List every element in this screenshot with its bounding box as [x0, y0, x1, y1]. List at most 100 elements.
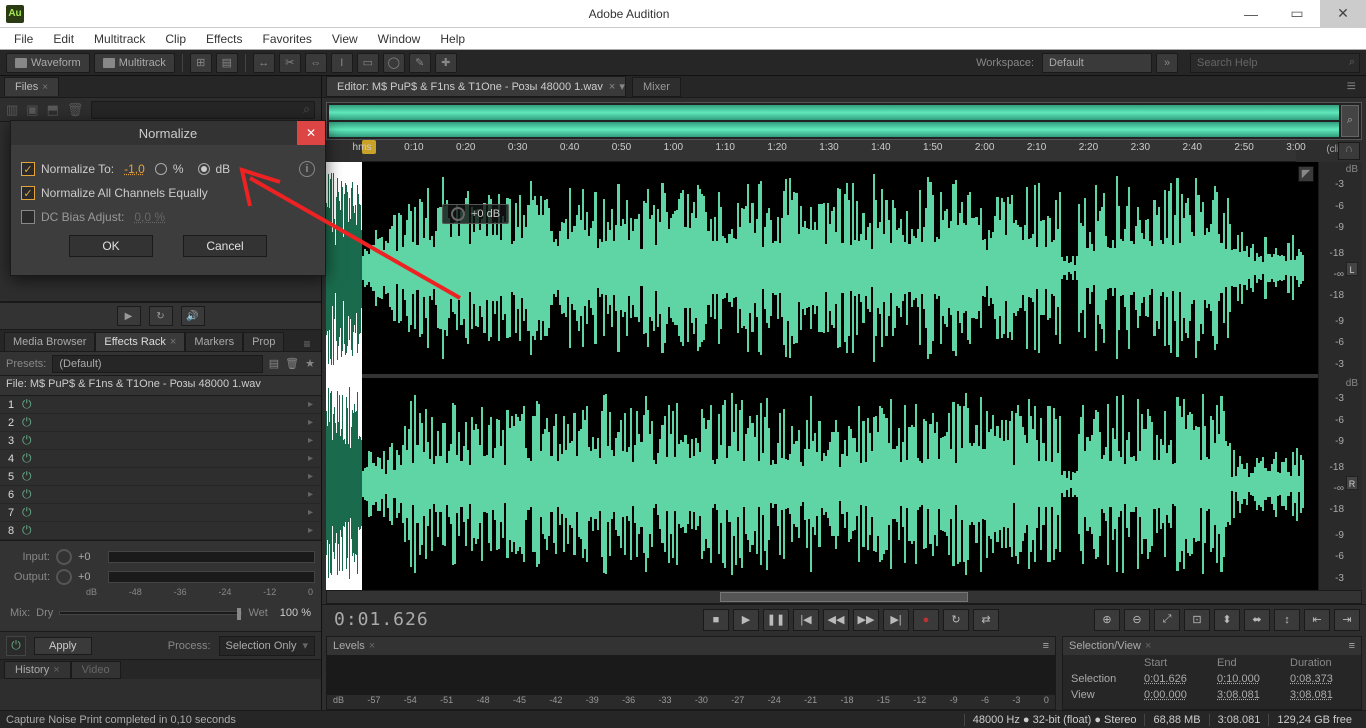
tool-brush[interactable]: ✎: [409, 53, 431, 73]
preset-fav-icon[interactable]: ★: [305, 357, 315, 370]
effect-slot[interactable]: 7⏻▸: [0, 504, 321, 522]
zoom-full-button[interactable]: ⤢: [1154, 609, 1180, 631]
view-end[interactable]: 3:08.081: [1217, 689, 1280, 701]
selview-menu-icon[interactable]: ≡: [1349, 640, 1355, 652]
ok-button[interactable]: OK: [69, 235, 153, 257]
zoom-in-button[interactable]: ⊕: [1094, 609, 1120, 631]
tool-time-select[interactable]: I: [331, 53, 353, 73]
new-file-icon[interactable]: ▥: [6, 102, 18, 118]
menu-multitrack[interactable]: Multitrack: [84, 30, 155, 48]
files-search[interactable]: [91, 101, 315, 119]
levels-menu-icon[interactable]: ≡: [1043, 640, 1049, 652]
multitrack-mode-button[interactable]: Multitrack: [94, 53, 175, 73]
mix-slider[interactable]: [59, 611, 242, 615]
timecode-display[interactable]: 0:01.626: [328, 609, 608, 630]
normalize-value-input[interactable]: -1,0: [124, 162, 145, 176]
sel-end[interactable]: 0:10.000: [1217, 673, 1280, 685]
panel-menu-icon[interactable]: ≡: [297, 337, 317, 351]
presets-select[interactable]: (Default): [52, 355, 262, 373]
go-start-button[interactable]: |◀: [793, 609, 819, 631]
all-channels-checkbox[interactable]: ✓: [21, 186, 35, 200]
forward-button[interactable]: ▶▶: [853, 609, 879, 631]
effect-slot[interactable]: 8⏻▸: [0, 522, 321, 540]
levels-tab[interactable]: Levels: [333, 640, 365, 652]
editor-file-tab[interactable]: Editor: M$ PuP$ & F1ns & T1One - Розы 48…: [326, 76, 626, 97]
menu-effects[interactable]: Effects: [196, 30, 252, 48]
effect-slot[interactable]: 5⏻▸: [0, 468, 321, 486]
output-knob[interactable]: [56, 569, 72, 585]
window-maximize-button[interactable]: ▭: [1274, 0, 1320, 28]
menu-file[interactable]: File: [4, 30, 43, 48]
loop-button[interactable]: ↻: [943, 609, 969, 631]
tab-effects-rack[interactable]: Effects Rack×: [95, 332, 185, 351]
menu-view[interactable]: View: [322, 30, 368, 48]
preview-play-button[interactable]: ▶: [117, 306, 141, 326]
sel-dur[interactable]: 0:08.373: [1290, 673, 1353, 685]
record-button[interactable]: ●: [913, 609, 939, 631]
pin-icon[interactable]: ◤: [1298, 166, 1314, 182]
overview-zoom-handle[interactable]: [1341, 105, 1359, 137]
close-file-icon[interactable]: 🗑: [67, 102, 84, 118]
preview-loop-button[interactable]: ↻: [149, 306, 173, 326]
play-button[interactable]: ▶: [733, 609, 759, 631]
volume-knob-icon[interactable]: [451, 207, 465, 221]
tool-marquee[interactable]: ▭: [357, 53, 379, 73]
tool-heal[interactable]: ✚: [435, 53, 457, 73]
skip-selection-button[interactable]: ⇄: [973, 609, 999, 631]
zoom-out-button[interactable]: ⊖: [1124, 609, 1150, 631]
input-knob[interactable]: [56, 549, 72, 565]
apply-button[interactable]: Apply: [34, 637, 92, 655]
mixer-tab[interactable]: Mixer: [632, 77, 681, 97]
workspace-select[interactable]: Default: [1042, 53, 1152, 73]
dialog-titlebar[interactable]: Normalize ✕: [11, 121, 325, 145]
volume-hud[interactable]: +0 dB: [442, 204, 509, 224]
effect-slot[interactable]: 6⏻▸: [0, 486, 321, 504]
tool-move[interactable]: ↔: [253, 53, 275, 73]
sel-start[interactable]: 0:01.626: [1144, 673, 1207, 685]
window-minimize-button[interactable]: —: [1228, 0, 1274, 28]
search-help-input[interactable]: Search Help: [1190, 53, 1360, 73]
rack-power-button[interactable]: ⏻: [6, 636, 26, 656]
menu-clip[interactable]: Clip: [155, 30, 196, 48]
effect-slot[interactable]: 1⏻▸: [0, 396, 321, 414]
menu-favorites[interactable]: Favorites: [253, 30, 322, 48]
horizontal-scrollbar[interactable]: [326, 590, 1362, 604]
view-start[interactable]: 0:00.000: [1144, 689, 1207, 701]
selection-view-tab[interactable]: Selection/View: [1069, 640, 1141, 652]
process-select[interactable]: Selection Only▾: [219, 636, 315, 656]
waveform-canvas[interactable]: +0 dB ◤: [362, 162, 1318, 590]
db-radio[interactable]: [198, 163, 210, 175]
rewind-button[interactable]: ◀◀: [823, 609, 849, 631]
tab-markers[interactable]: Markers: [185, 332, 243, 351]
zoom-out-v-button[interactable]: ⬌: [1244, 609, 1270, 631]
waveform-mode-button[interactable]: Waveform: [6, 53, 90, 73]
stop-button[interactable]: ■: [703, 609, 729, 631]
preset-delete-icon[interactable]: 🗑: [285, 357, 299, 370]
files-panel-tab[interactable]: Files×: [4, 77, 59, 96]
timeline-ruler[interactable]: (clip) hms0:100:200:300:400:501:001:101:…: [362, 140, 1296, 162]
cancel-button[interactable]: Cancel: [183, 235, 267, 257]
go-end-button[interactable]: ▶|: [883, 609, 909, 631]
zoom-sel-out-button[interactable]: ⇥: [1334, 609, 1360, 631]
channel-l-badge[interactable]: L: [1346, 262, 1358, 276]
waveform-display[interactable]: +0 dB ◤ dBL-3-6-9-18-∞-18-9-6-3 dBR-3-6-…: [326, 162, 1362, 590]
dc-bias-checkbox[interactable]: ✓: [21, 210, 35, 224]
zoom-in-v-button[interactable]: ⬍: [1214, 609, 1240, 631]
effect-slot[interactable]: 4⏻▸: [0, 450, 321, 468]
tab-properties[interactable]: Prop: [243, 332, 284, 351]
view-dur[interactable]: 3:08.081: [1290, 689, 1353, 701]
tool-spectral-button[interactable]: ▤: [216, 53, 238, 73]
zoom-reset-v-button[interactable]: ↕: [1274, 609, 1300, 631]
zoom-selection-button[interactable]: ⊡: [1184, 609, 1210, 631]
effect-slot[interactable]: 3⏻▸: [0, 432, 321, 450]
editor-panel-menu[interactable]: ≡: [1341, 78, 1362, 96]
menu-window[interactable]: Window: [368, 30, 431, 48]
tool-slip[interactable]: ⇔: [305, 53, 327, 73]
tool-razor[interactable]: ✂: [279, 53, 301, 73]
preview-autoplay-button[interactable]: 🔊: [181, 306, 205, 326]
workspace-options-button[interactable]: »: [1156, 53, 1178, 73]
preset-save-icon[interactable]: ▤: [269, 357, 279, 370]
channel-r-badge[interactable]: R: [1346, 476, 1358, 490]
dialog-close-button[interactable]: ✕: [297, 121, 325, 145]
menu-help[interactable]: Help: [430, 30, 475, 48]
